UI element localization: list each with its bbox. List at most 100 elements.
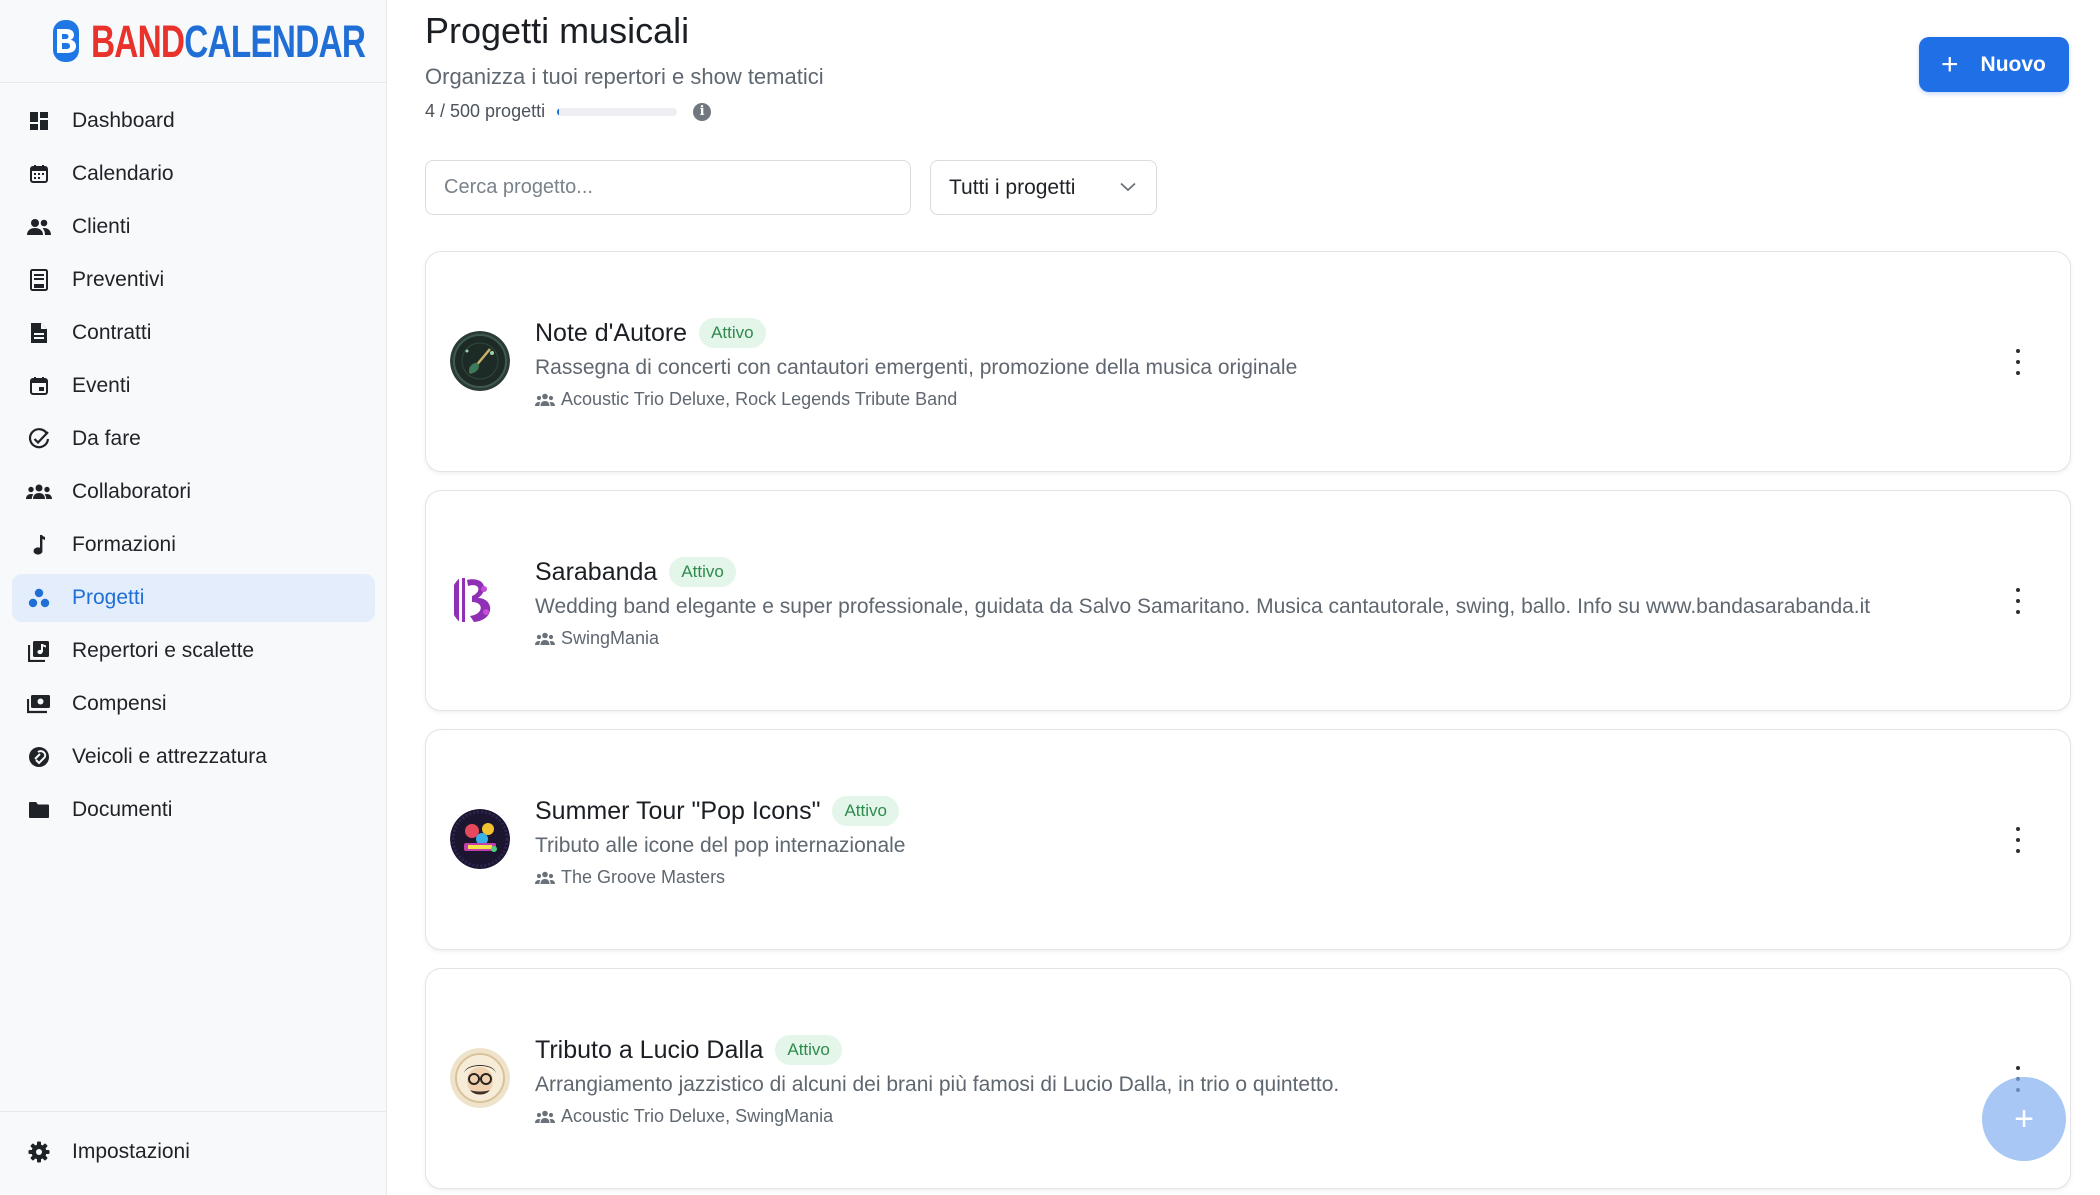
project-bands: Acoustic Trio Deluxe, SwingMania <box>535 1106 1950 1127</box>
sidebar-item-label: Collaboratori <box>72 480 192 503</box>
project-title-row: Note d'Autore Attivo <box>535 316 1950 350</box>
project-title[interactable]: Summer Tour "Pop Icons" <box>535 797 820 826</box>
music-note-icon <box>26 532 52 558</box>
project-bands: The Groove Masters <box>535 867 1950 888</box>
sidebar-item-contratti[interactable]: Contratti <box>12 309 375 357</box>
sidebar-item-clienti[interactable]: Clienti <box>12 203 375 251</box>
project-bands-text: SwingMania <box>561 628 660 648</box>
project-title-row: Summer Tour "Pop Icons" Attivo <box>535 794 1950 828</box>
project-title[interactable]: Tributo a Lucio Dalla <box>535 1036 763 1065</box>
sidebar-item-label: Dashboard <box>72 109 175 132</box>
dashboard-icon <box>26 108 52 134</box>
status-badge: Attivo <box>832 796 899 826</box>
sidebar-footer: Impostazioni <box>0 1111 387 1195</box>
sidebar-item-label: Veicoli e attrezzatura <box>72 745 267 768</box>
sidebar-item-eventi[interactable]: Eventi <box>12 362 375 410</box>
page-subtitle: Organizza i tuoi repertori e show temati… <box>425 64 824 89</box>
payments-icon <box>26 691 52 717</box>
sidebar-item-preventivi[interactable]: Preventivi <box>12 256 375 304</box>
status-badge: Attivo <box>775 1035 842 1065</box>
project-description: Arrangiamento jazzistico di alcuni dei b… <box>535 1073 1340 1096</box>
more-options-icon[interactable] <box>2012 588 2024 614</box>
project-title-row: Tributo a Lucio Dalla Attivo <box>535 1033 1950 1067</box>
chevron-down-icon <box>1120 179 1136 197</box>
main-content: Progetti musicali Organizza i tuoi reper… <box>388 0 2100 1195</box>
status-badge: Attivo <box>699 318 766 348</box>
new-button-label: Nuovo <box>1980 52 2046 76</box>
sidebar-item-label: Contratti <box>72 321 152 344</box>
more-options-icon[interactable] <box>2012 827 2024 853</box>
sidebar-item-impostazioni[interactable]: Impostazioni <box>12 1128 375 1176</box>
brand[interactable]: BANDCALENDAR <box>0 0 386 83</box>
project-bands-text: The Groove Masters <box>561 867 726 887</box>
project-card[interactable]: Sarabanda Attivo Wedding band elegante e… <box>425 490 2071 711</box>
sidebar-item-calendario[interactable]: Calendario <box>12 150 375 198</box>
project-title[interactable]: Sarabanda <box>535 558 657 587</box>
repertoire-icon <box>26 638 52 664</box>
quota-text: 4 / 500 progetti <box>425 101 546 121</box>
sidebar-item-label: Calendario <box>72 162 174 185</box>
folder-icon <box>26 797 52 823</box>
project-avatar <box>450 570 510 630</box>
project-title[interactable]: Note d'Autore <box>535 319 687 348</box>
search-input[interactable] <box>425 160 911 215</box>
project-card-body: Note d'Autore Attivo Rassegna di concert… <box>535 316 1950 410</box>
project-card-body: Summer Tour "Pop Icons" Attivo Tributo a… <box>535 794 1950 888</box>
info-icon[interactable]: i <box>693 102 712 121</box>
sidebar-item-label: Impostazioni <box>72 1140 190 1163</box>
project-avatar <box>450 1048 510 1108</box>
project-card-body: Tributo a Lucio Dalla Attivo Arrangiamen… <box>535 1033 1950 1127</box>
project-title-row: Sarabanda Attivo <box>535 555 1950 589</box>
projects-icon <box>26 585 52 611</box>
group-icon <box>535 393 555 406</box>
calendar-icon <box>26 161 52 187</box>
sidebar-item-progetti[interactable]: Progetti <box>12 574 375 622</box>
contracts-icon <box>26 320 52 346</box>
sidebar-item-formazioni[interactable]: Formazioni <box>12 521 375 569</box>
project-card[interactable]: Note d'Autore Attivo Rassegna di concert… <box>425 251 2071 472</box>
more-options-icon[interactable] <box>2012 349 2024 375</box>
sidebar-item-documenti[interactable]: Documenti <box>12 786 375 834</box>
group-icon <box>535 632 555 645</box>
sidebar-item-compensi[interactable]: Compensi <box>12 680 375 728</box>
quotes-icon <box>26 267 52 293</box>
sidebar-item-veicoli[interactable]: Veicoli e attrezzatura <box>12 733 375 781</box>
project-card-body: Sarabanda Attivo Wedding band elegante e… <box>535 555 1950 649</box>
plus-icon: + <box>1941 47 1959 81</box>
sidebar-item-label: Eventi <box>72 374 131 397</box>
brand-name: BANDCALENDAR <box>91 19 366 64</box>
project-list: Note d'Autore Attivo Rassegna di concert… <box>425 251 2071 1195</box>
sidebar-item-da-fare[interactable]: Da fare <box>12 415 375 463</box>
sidebar-item-label: Compensi <box>72 692 167 715</box>
collaborators-icon <box>26 479 52 505</box>
project-bands: Acoustic Trio Deluxe, Rock Legends Tribu… <box>535 389 1950 410</box>
sidebar-item-label: Progetti <box>72 586 145 609</box>
sidebar-item-repertori[interactable]: Repertori e scalette <box>12 627 375 675</box>
project-description: Tributo alle icone del pop internazional… <box>535 834 906 857</box>
quota-progress-fill <box>557 107 559 116</box>
project-card[interactable]: Summer Tour "Pop Icons" Attivo Tributo a… <box>425 729 2071 950</box>
todo-icon <box>26 426 52 452</box>
sidebar-item-label: Preventivi <box>72 268 165 291</box>
floating-add-button[interactable]: + <box>1982 1077 2066 1161</box>
events-icon <box>26 373 52 399</box>
new-project-button[interactable]: + Nuovo <box>1919 37 2069 92</box>
page-title: Progetti musicali <box>425 10 690 51</box>
sidebar-item-collaboratori[interactable]: Collaboratori <box>12 468 375 516</box>
sidebar-item-dashboard[interactable]: Dashboard <box>12 97 375 145</box>
sidebar-item-label: Da fare <box>72 427 141 450</box>
project-avatar <box>450 331 510 391</box>
project-card[interactable]: Tributo a Lucio Dalla Attivo Arrangiamen… <box>425 968 2071 1189</box>
brand-logo-icon <box>53 20 79 62</box>
project-description: Wedding band elegante e super profession… <box>535 595 1871 618</box>
sidebar-item-label: Clienti <box>72 215 131 238</box>
sidebar-item-label: Documenti <box>72 798 173 821</box>
project-bands: SwingMania <box>535 628 1950 649</box>
clients-icon <box>26 214 52 240</box>
group-icon <box>535 871 555 884</box>
project-bands-text: Acoustic Trio Deluxe, Rock Legends Tribu… <box>561 389 958 409</box>
vehicles-icon <box>26 744 52 770</box>
status-badge: Attivo <box>669 557 736 587</box>
quota-progress-bar <box>557 107 678 116</box>
project-filter-select[interactable]: Tutti i progetti <box>930 160 1157 215</box>
